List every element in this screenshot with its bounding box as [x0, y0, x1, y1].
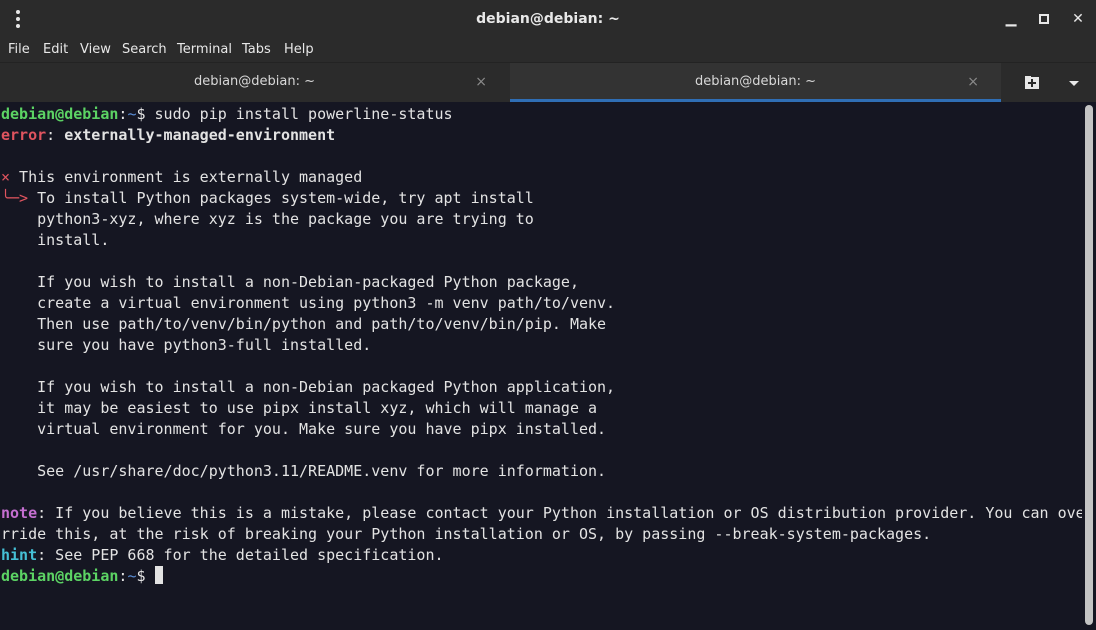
tab-label: debian@debian: ~: [193, 74, 316, 89]
note-line: note: If you believe this is a mistake, …: [1, 504, 1085, 522]
command-text: sudo pip install powerline-status: [154, 105, 453, 123]
prompt-line: debian@debian:~$: [1, 566, 163, 587]
terminal-output[interactable]: debian@debian:~$ sudo pip install powerl…: [0, 102, 1085, 630]
tab-2[interactable]: debian@debian: ~ ×: [510, 63, 1001, 103]
arrow-icon: ╰─>: [1, 189, 29, 207]
prompt-line: debian@debian:~$ sudo pip install powerl…: [1, 105, 453, 123]
menu-bar: File Edit View Search Terminal Tabs Help: [0, 38, 1096, 62]
close-window-icon[interactable]: ✕: [1068, 9, 1088, 29]
output-line: If you wish to install a non-Debian pack…: [1, 378, 616, 396]
scrollbar-thumb[interactable]: [1085, 105, 1093, 625]
menu-view[interactable]: View: [80, 41, 111, 59]
tab-label: debian@debian: ~: [694, 74, 817, 89]
output-line: python3-xyz, where xyz is the package yo…: [1, 210, 534, 228]
scrollbar[interactable]: [1082, 102, 1096, 630]
error-line: error: externally-managed-environment: [1, 126, 336, 144]
error-cross-icon: ×: [1, 168, 11, 186]
note-line-wrap: rride this, at the risk of breaking your…: [1, 525, 932, 543]
menu-help[interactable]: Help: [284, 41, 314, 59]
output-line: virtual environment for you. Make sure y…: [1, 420, 607, 438]
minimize-icon[interactable]: ▁: [1001, 9, 1021, 29]
output-line: install.: [1, 231, 110, 249]
hint-line: hint: See PEP 668 for the detailed speci…: [1, 546, 444, 564]
output-line: sure you have python3-full installed.: [1, 336, 372, 354]
tab-bar: debian@debian: ~ × debian@debian: ~ ×: [0, 62, 1096, 103]
output-line: If you wish to install a non-Debian-pack…: [1, 273, 579, 291]
new-tab-icon[interactable]: [1018, 72, 1046, 94]
output-line: create a virtual environment using pytho…: [1, 294, 616, 312]
menu-terminal[interactable]: Terminal: [177, 41, 232, 59]
window-title: debian@debian: ~: [476, 11, 620, 27]
title-bar: debian@debian: ~ ▁ ✕: [0, 0, 1096, 38]
managed-line: × This environment is externally managed: [1, 168, 363, 186]
menu-tabs[interactable]: Tabs: [242, 41, 271, 59]
tab-close-icon[interactable]: ×: [967, 63, 979, 101]
menu-edit[interactable]: Edit: [43, 41, 68, 59]
tab-close-icon[interactable]: ×: [475, 63, 487, 101]
output-line: it may be easiest to use pipx install xy…: [1, 399, 598, 417]
output-line: See /usr/share/doc/python3.11/README.ven…: [1, 462, 607, 480]
terminal-cursor: [154, 566, 163, 584]
menu-file[interactable]: File: [8, 41, 30, 59]
output-line: ╰─> To install Python packages system-wi…: [1, 189, 534, 207]
output-line: Then use path/to/venv/bin/python and pat…: [1, 315, 607, 333]
maximize-icon[interactable]: [1034, 9, 1054, 29]
tab-1[interactable]: debian@debian: ~ ×: [0, 63, 509, 103]
menu-search[interactable]: Search: [122, 41, 167, 59]
tabs-dropdown-icon[interactable]: [1062, 72, 1086, 94]
